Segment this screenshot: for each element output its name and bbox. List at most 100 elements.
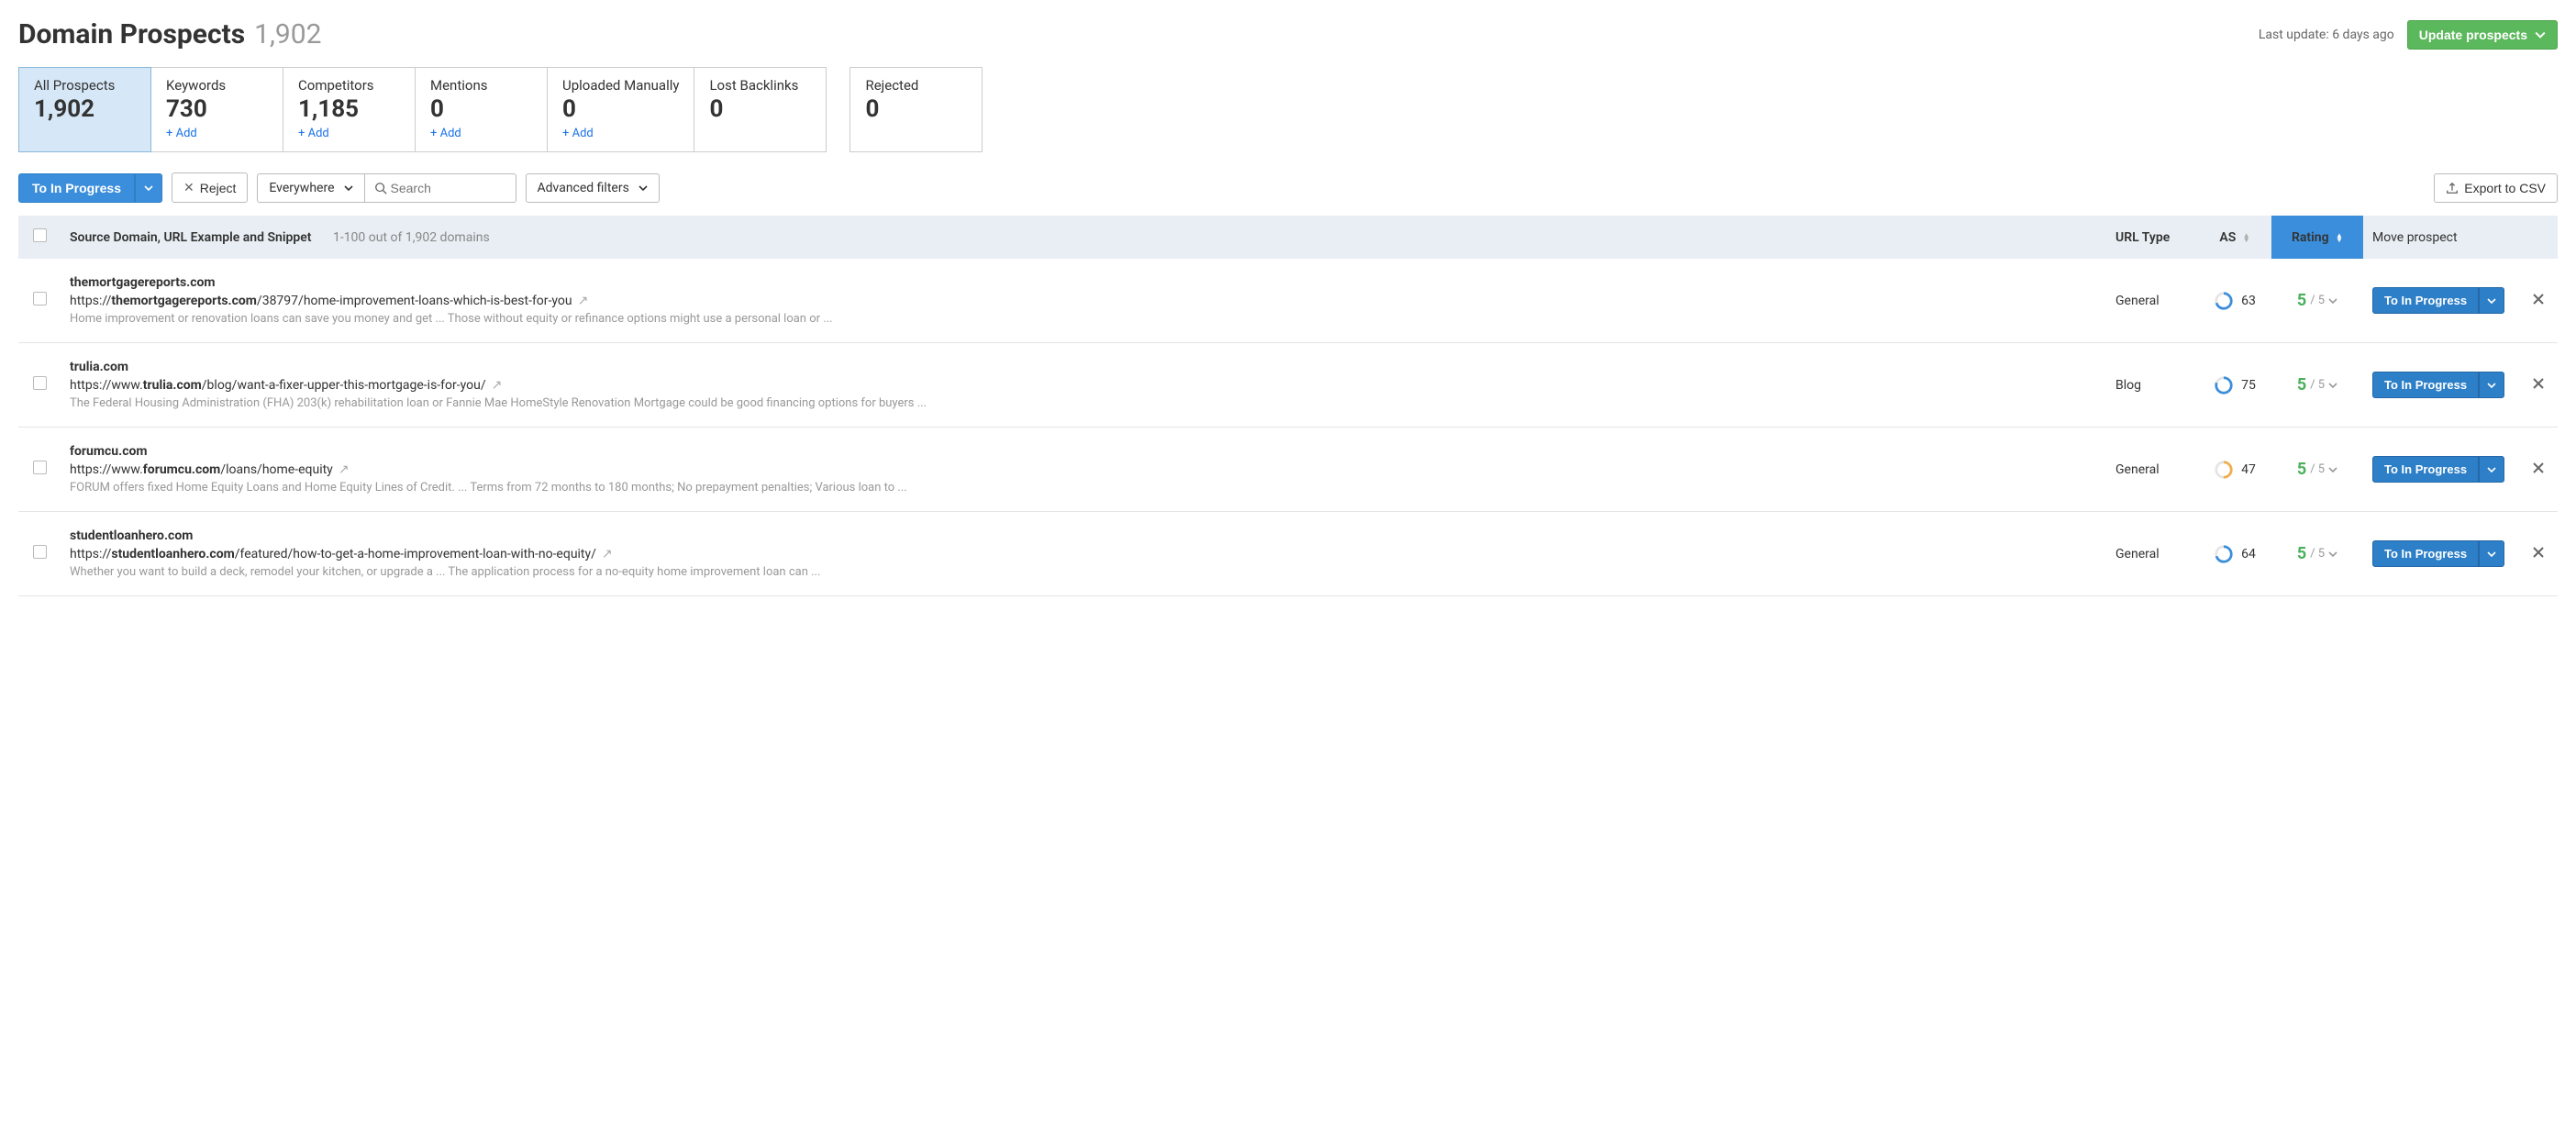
stat-card-competitors[interactable]: Competitors1,185 + Add bbox=[283, 67, 416, 152]
prospect-domain: themortgagereports.com bbox=[70, 275, 2097, 290]
stat-label: Uploaded Manually bbox=[562, 77, 679, 94]
stat-label: Mentions bbox=[430, 77, 532, 94]
close-icon bbox=[2531, 376, 2546, 391]
remove-prospect-button[interactable] bbox=[2531, 549, 2546, 563]
authority-ring-icon bbox=[2214, 375, 2234, 395]
scope-label: Everywhere bbox=[269, 181, 334, 195]
prospect-url[interactable]: https://www.trulia.com/blog/want-a-fixer… bbox=[70, 378, 2097, 393]
external-link-icon: ↗ bbox=[602, 547, 613, 561]
remove-prospect-button[interactable] bbox=[2531, 464, 2546, 479]
page-title: Domain Prospects bbox=[18, 18, 245, 50]
move-dropdown[interactable] bbox=[2479, 372, 2504, 398]
move-dropdown[interactable] bbox=[2479, 540, 2504, 567]
pagination-range: 1-100 out of 1,902 domains bbox=[333, 230, 490, 245]
rating-cell[interactable]: 5 / 5 bbox=[2281, 375, 2354, 395]
stat-label: All Prospects bbox=[34, 77, 136, 94]
stat-add-link[interactable]: + Add bbox=[298, 127, 400, 140]
prospect-url[interactable]: https://themortgagereports.com/38797/hom… bbox=[70, 294, 2097, 308]
url-type-cell: General bbox=[2106, 428, 2198, 512]
close-icon bbox=[2531, 461, 2546, 475]
prospect-url[interactable]: https://www.forumcu.com/loans/home-equit… bbox=[70, 462, 2097, 477]
rating-value: 5 bbox=[2297, 291, 2306, 310]
to-in-progress-dropdown[interactable] bbox=[135, 173, 162, 203]
select-all-checkbox[interactable] bbox=[33, 228, 47, 242]
last-update-text: Last update: 6 days ago bbox=[2259, 28, 2394, 42]
stat-card-lost-backlinks[interactable]: Lost Backlinks0 bbox=[694, 67, 827, 152]
prospect-domain: forumcu.com bbox=[70, 444, 2097, 459]
close-icon bbox=[2531, 292, 2546, 306]
rating-max: / 5 bbox=[2310, 378, 2325, 392]
rating-max: / 5 bbox=[2310, 462, 2325, 476]
column-header-urltype: URL Type bbox=[2115, 230, 2170, 245]
move-to-in-progress-button[interactable]: To In Progress bbox=[2372, 287, 2479, 314]
rating-value: 5 bbox=[2297, 544, 2306, 563]
stat-card-mentions[interactable]: Mentions0 + Add bbox=[415, 67, 548, 152]
search-input[interactable] bbox=[387, 174, 506, 202]
stat-value: 0 bbox=[430, 95, 532, 123]
remove-prospect-button[interactable] bbox=[2531, 380, 2546, 395]
prospect-snippet: The Federal Housing Administration (FHA)… bbox=[70, 396, 2097, 410]
stat-add-link[interactable]: + Add bbox=[166, 127, 268, 140]
authority-score: 63 bbox=[2241, 294, 2256, 308]
search-icon bbox=[374, 182, 387, 195]
reject-button[interactable]: ✕ Reject bbox=[172, 172, 248, 203]
rating-cell[interactable]: 5 / 5 bbox=[2281, 460, 2354, 479]
move-to-in-progress-button[interactable]: To In Progress bbox=[2372, 456, 2479, 483]
stat-add-link[interactable]: + Add bbox=[562, 127, 679, 140]
scope-select[interactable]: Everywhere bbox=[257, 173, 364, 203]
export-csv-label: Export to CSV bbox=[2464, 181, 2546, 195]
advanced-filters-button[interactable]: Advanced filters bbox=[526, 173, 660, 203]
url-type-cell: General bbox=[2106, 259, 2198, 343]
external-link-icon: ↗ bbox=[492, 378, 503, 393]
move-to-in-progress-button[interactable]: To In Progress bbox=[2372, 372, 2479, 398]
rating-cell[interactable]: 5/ 5 bbox=[2281, 544, 2354, 563]
stat-value: 0 bbox=[562, 95, 679, 123]
row-checkbox[interactable] bbox=[33, 376, 47, 390]
stat-value: 1,902 bbox=[34, 95, 136, 123]
column-header-as[interactable]: AS bbox=[2219, 230, 2236, 245]
table-row: themortgagereports.com https://themortgag… bbox=[18, 259, 2558, 343]
reject-label: Reject bbox=[200, 181, 237, 195]
row-checkbox[interactable] bbox=[33, 545, 47, 559]
authority-score: 75 bbox=[2241, 378, 2256, 393]
rating-cell[interactable]: 5 / 5 bbox=[2281, 291, 2354, 310]
prospect-snippet: FORUM offers fixed Home Equity Loans and… bbox=[70, 481, 2097, 495]
stat-value: 1,185 bbox=[298, 95, 400, 123]
stat-card-uploaded-manually[interactable]: Uploaded Manually0 + Add bbox=[547, 67, 694, 152]
authority-ring-icon bbox=[2214, 291, 2234, 311]
column-header-rating[interactable]: Rating bbox=[2292, 230, 2329, 245]
prospect-domain: trulia.com bbox=[70, 360, 2097, 374]
rating-max: / 5 bbox=[2310, 294, 2325, 307]
prospect-snippet: Whether you want to build a deck, remode… bbox=[70, 565, 2097, 579]
update-prospects-label: Update prospects bbox=[2419, 28, 2527, 42]
row-checkbox[interactable] bbox=[33, 292, 47, 306]
move-to-in-progress-button[interactable]: To In Progress bbox=[2372, 540, 2479, 567]
move-dropdown[interactable] bbox=[2479, 287, 2504, 314]
rating-value: 5 bbox=[2297, 375, 2306, 395]
authority-ring-icon bbox=[2214, 544, 2234, 564]
stat-label: Rejected bbox=[865, 77, 967, 94]
stat-label: Competitors bbox=[298, 77, 400, 94]
update-prospects-button[interactable]: Update prospects bbox=[2407, 20, 2558, 50]
to-in-progress-button[interactable]: To In Progress bbox=[18, 173, 135, 203]
row-checkbox[interactable] bbox=[33, 461, 47, 474]
prospect-url[interactable]: https://studentloanhero.com/featured/how… bbox=[70, 547, 2097, 561]
table-row: forumcu.com https://www.forumcu.com/loans… bbox=[18, 428, 2558, 512]
stat-add-link[interactable]: + Add bbox=[430, 127, 532, 140]
prospect-snippet: Home improvement or renovation loans can… bbox=[70, 312, 2097, 326]
chevron-down-icon bbox=[638, 183, 648, 193]
stat-card-rejected[interactable]: Rejected0 bbox=[849, 67, 983, 152]
chevron-down-icon bbox=[2328, 550, 2337, 559]
chevron-down-icon bbox=[344, 183, 353, 193]
rating-value: 5 bbox=[2297, 460, 2306, 479]
move-dropdown[interactable] bbox=[2479, 456, 2504, 483]
stat-card-all-prospects[interactable]: All Prospects1,902 bbox=[18, 67, 151, 152]
advanced-filters-label: Advanced filters bbox=[538, 181, 629, 195]
remove-prospect-button[interactable] bbox=[2531, 295, 2546, 310]
stat-card-keywords[interactable]: Keywords730+ Add bbox=[150, 67, 283, 152]
export-csv-button[interactable]: Export to CSV bbox=[2434, 173, 2558, 203]
stat-label: Keywords bbox=[166, 77, 268, 94]
table-row: trulia.com https://www.trulia.com/blog/wa… bbox=[18, 343, 2558, 428]
chevron-down-icon bbox=[2487, 381, 2496, 390]
chevron-down-icon bbox=[2328, 465, 2337, 474]
